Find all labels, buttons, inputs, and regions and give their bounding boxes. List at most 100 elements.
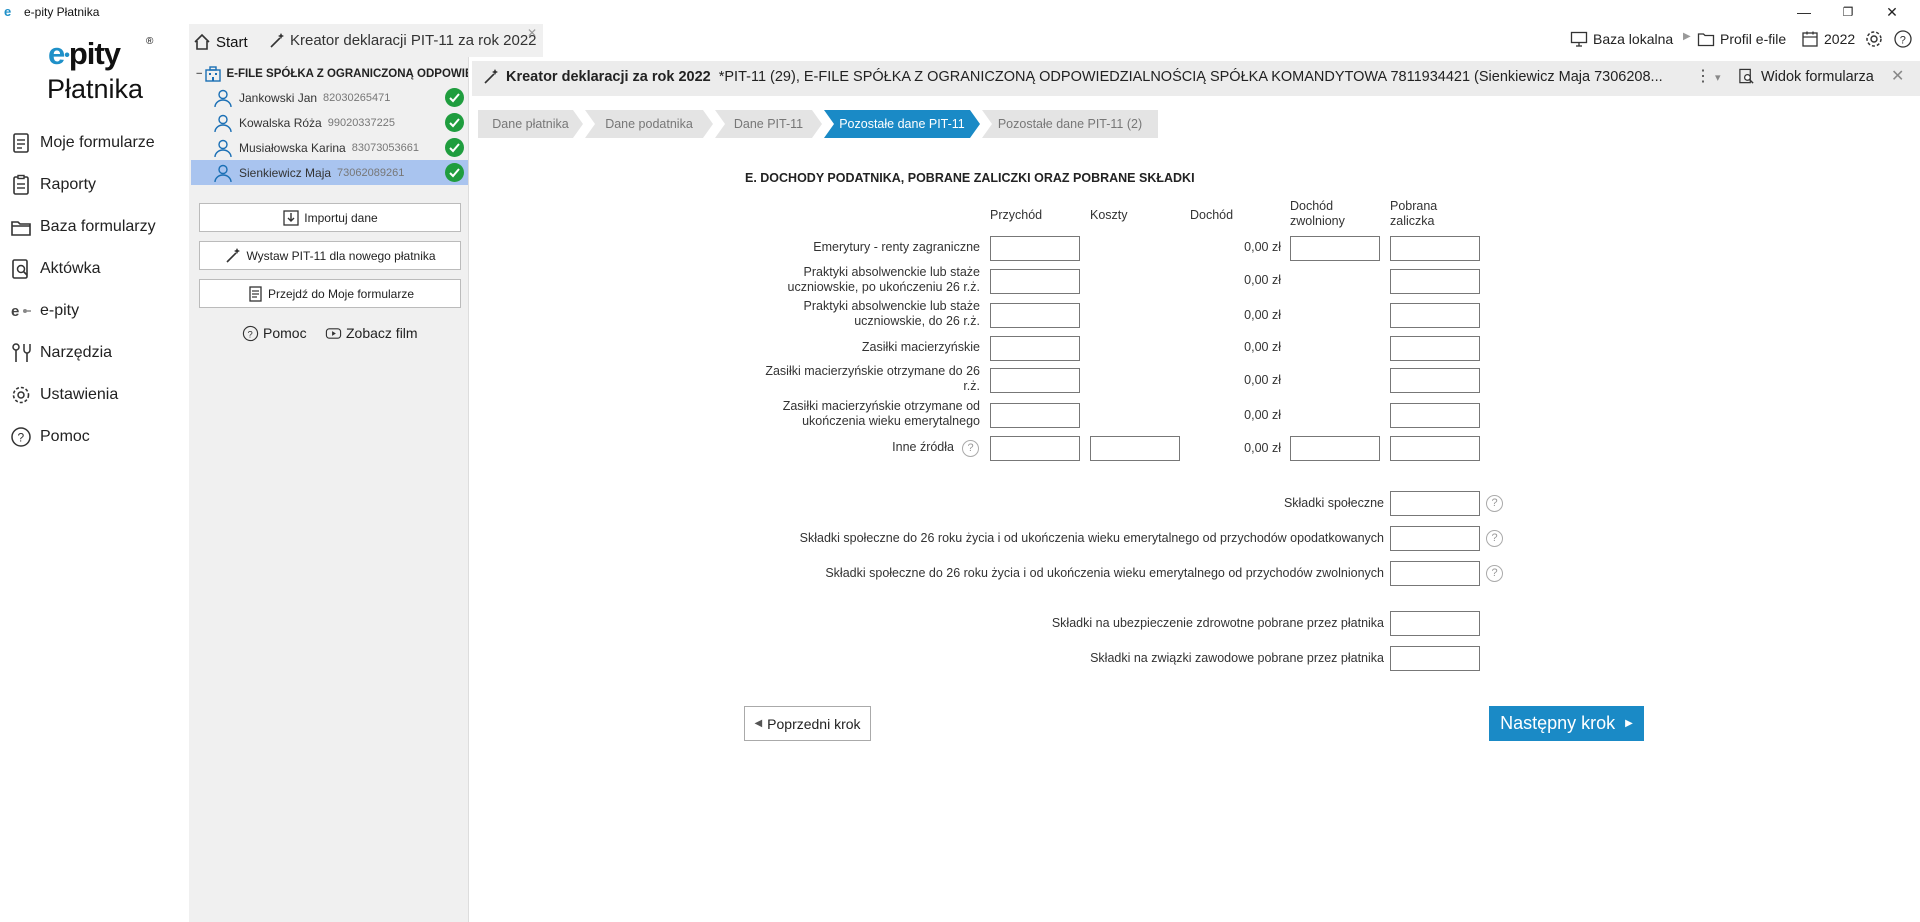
brand-logo[interactable]: e•pity <box>48 36 121 72</box>
pobrana-zaliczka-input[interactable] <box>1390 303 1480 328</box>
pobrana-zaliczka-input[interactable] <box>1390 269 1480 294</box>
tab-close-icon[interactable]: ✕ <box>527 26 537 40</box>
nav-item-pomoc[interactable]: ? Pomoc <box>10 422 185 452</box>
help-icon: ? <box>242 325 259 341</box>
tree-person-row-selected[interactable]: Sienkiewicz Maja 73062089261 <box>191 160 468 185</box>
folder-icon <box>11 221 31 236</box>
przychod-input[interactable] <box>990 269 1080 294</box>
step-pozostale-dane-pit11-2[interactable]: Pozostałe dane PIT-11 (2) <box>982 110 1158 138</box>
pobrana-zaliczka-input[interactable] <box>1390 236 1480 261</box>
minimize-button[interactable]: — <box>1782 2 1826 22</box>
przychod-input[interactable] <box>990 436 1080 461</box>
col-header-dochod: Dochód <box>1190 208 1234 222</box>
dochod-value: 0,00 zł <box>1244 308 1281 322</box>
step-dane-platnika[interactable]: Dane płatnika <box>478 110 583 138</box>
check-icon <box>445 113 464 132</box>
wand-icon <box>270 32 284 48</box>
step-dane-podatnika[interactable]: Dane podatnika <box>585 110 713 138</box>
nav-item-moje-formularze[interactable]: Moje formularze <box>10 128 185 158</box>
clipboard-icon <box>13 174 29 195</box>
person-icon <box>214 89 232 107</box>
wand-icon <box>226 247 241 263</box>
home-icon <box>194 33 210 50</box>
title-bar: e e-pity Płatnika — ❐ ✕ <box>0 0 1920 24</box>
help-question-icon[interactable]: ? <box>1486 565 1503 582</box>
skladki-zwiazki-input[interactable] <box>1390 646 1480 671</box>
pobrana-zaliczka-input[interactable] <box>1390 436 1480 461</box>
brand-subtitle: Płatnika <box>47 74 144 104</box>
more-options-icon[interactable]: ⋮ ▾ <box>1695 66 1721 86</box>
nav-item-raporty[interactable]: Raporty <box>10 170 185 200</box>
tree-person-row[interactable]: Kowalska Róża 99020337225 <box>191 110 468 135</box>
skladki-label: Składki na ubezpieczenie zdrowotne pobra… <box>1051 616 1384 630</box>
skladki-zdrowotne-input[interactable] <box>1390 611 1480 636</box>
new-payer-pit11-button[interactable]: Wystaw PIT-11 dla nowego płatnika <box>199 241 461 270</box>
help-question-icon[interactable]: ? <box>962 440 979 457</box>
profile-efile-link[interactable]: Profil e-file <box>1697 28 1786 50</box>
form-view-button[interactable]: Widok formularza <box>1738 68 1874 85</box>
nav-item-ustawienia[interactable]: Ustawienia <box>10 380 185 410</box>
tree-person-row[interactable]: Musiałowska Karina 83073053661 <box>191 135 468 160</box>
window-title: e-pity Płatnika <box>24 5 100 19</box>
pobrana-zaliczka-input[interactable] <box>1390 403 1480 428</box>
help-link[interactable]: ? Pomoc <box>242 324 307 342</box>
help-question-icon[interactable]: ? <box>1486 495 1503 512</box>
przychod-input[interactable] <box>990 236 1080 261</box>
svg-text:e: e <box>11 303 19 320</box>
przychod-input[interactable] <box>990 368 1080 393</box>
document-search-icon <box>1739 68 1754 84</box>
import-data-button[interactable]: Importuj dane <box>199 203 461 232</box>
close-window-button[interactable]: ✕ <box>1870 2 1914 22</box>
tree-root-company[interactable]: − E-FILE SPÓŁKA Z OGRANICZONĄ ODPOWIEDZI… <box>196 64 468 84</box>
skladki-zwolnione-input[interactable] <box>1390 561 1480 586</box>
step-pozostale-dane-pit11[interactable]: Pozostałe dane PIT-11 <box>824 110 980 138</box>
col-header-koszty: Koszty <box>1090 208 1128 222</box>
dochod-zwolniony-input[interactable] <box>1290 236 1380 261</box>
tree-collapse-toggle[interactable]: − <box>196 68 202 80</box>
nav-item-aktowka[interactable]: Aktówka <box>10 254 185 284</box>
przychod-input[interactable] <box>990 403 1080 428</box>
watch-video-link[interactable]: Zobacz film <box>325 324 418 342</box>
left-navigation: e•pity ® Płatnika Moje formularze Raport… <box>0 24 188 922</box>
row-label: Praktyki absolwenckie lub staże uczniowsk… <box>803 299 980 328</box>
close-form-icon[interactable]: ✕ <box>1891 66 1904 86</box>
nav-item-baza-formularzy[interactable]: Baza formularzy <box>10 212 185 242</box>
row-label: Zasiłki macierzyńskie otrzymane do 26 r.ż… <box>765 364 980 393</box>
help-icon[interactable]: ? <box>1893 29 1913 49</box>
previous-step-button[interactable]: ◀ Poprzedni krok <box>744 706 871 741</box>
dochod-zwolniony-input[interactable] <box>1290 436 1380 461</box>
check-icon <box>445 88 464 107</box>
svg-text:?: ? <box>247 329 252 340</box>
nav-item-e-pity[interactable]: e e-pity <box>10 296 185 326</box>
tree-person-row[interactable]: Jankowski Jan 82030265471 <box>191 85 468 110</box>
nav-item-narzedzia[interactable]: Narzędzia <box>10 338 185 368</box>
svg-text:?: ? <box>18 431 25 445</box>
search-document-icon <box>12 259 28 279</box>
dochod-value: 0,00 zł <box>1244 373 1281 387</box>
skladki-label: Składki społeczne do 26 roku życia i od … <box>825 566 1384 580</box>
wand-icon <box>484 69 498 84</box>
company-icon <box>205 66 222 82</box>
person-icon <box>214 164 232 182</box>
goto-my-forms-button[interactable]: Przejdź do Moje formularze <box>199 279 461 308</box>
next-step-button[interactable]: Następny krok ▶ <box>1489 706 1644 741</box>
przychod-input[interactable] <box>990 336 1080 361</box>
year-selector[interactable]: 2022 <box>1801 28 1855 50</box>
koszty-input[interactable] <box>1090 436 1180 461</box>
przychod-input[interactable] <box>990 303 1080 328</box>
skladki-spoleczne-input[interactable] <box>1390 491 1480 516</box>
skladki-label: Składki na związki zawodowe pobrane prze… <box>1090 651 1384 665</box>
person-icon <box>214 114 232 132</box>
tab-kreator[interactable]: Kreator deklaracji PIT-11 za rok 2022 <box>258 24 543 57</box>
step-dane-pit11[interactable]: Dane PIT-11 <box>715 110 822 138</box>
tab-start[interactable]: Start <box>192 27 258 57</box>
help-question-icon[interactable]: ? <box>1486 530 1503 547</box>
pobrana-zaliczka-input[interactable] <box>1390 336 1480 361</box>
skladki-opodatkowane-input[interactable] <box>1390 526 1480 551</box>
gear-icon[interactable] <box>1864 29 1884 49</box>
pobrana-zaliczka-input[interactable] <box>1390 368 1480 393</box>
maximize-button[interactable]: ❐ <box>1826 2 1870 22</box>
row-label: Zasiłki macierzyńskie otrzymane od ukończ… <box>782 399 980 428</box>
local-database-link[interactable]: Baza lokalna <box>1570 28 1673 50</box>
person-icon <box>214 139 232 157</box>
